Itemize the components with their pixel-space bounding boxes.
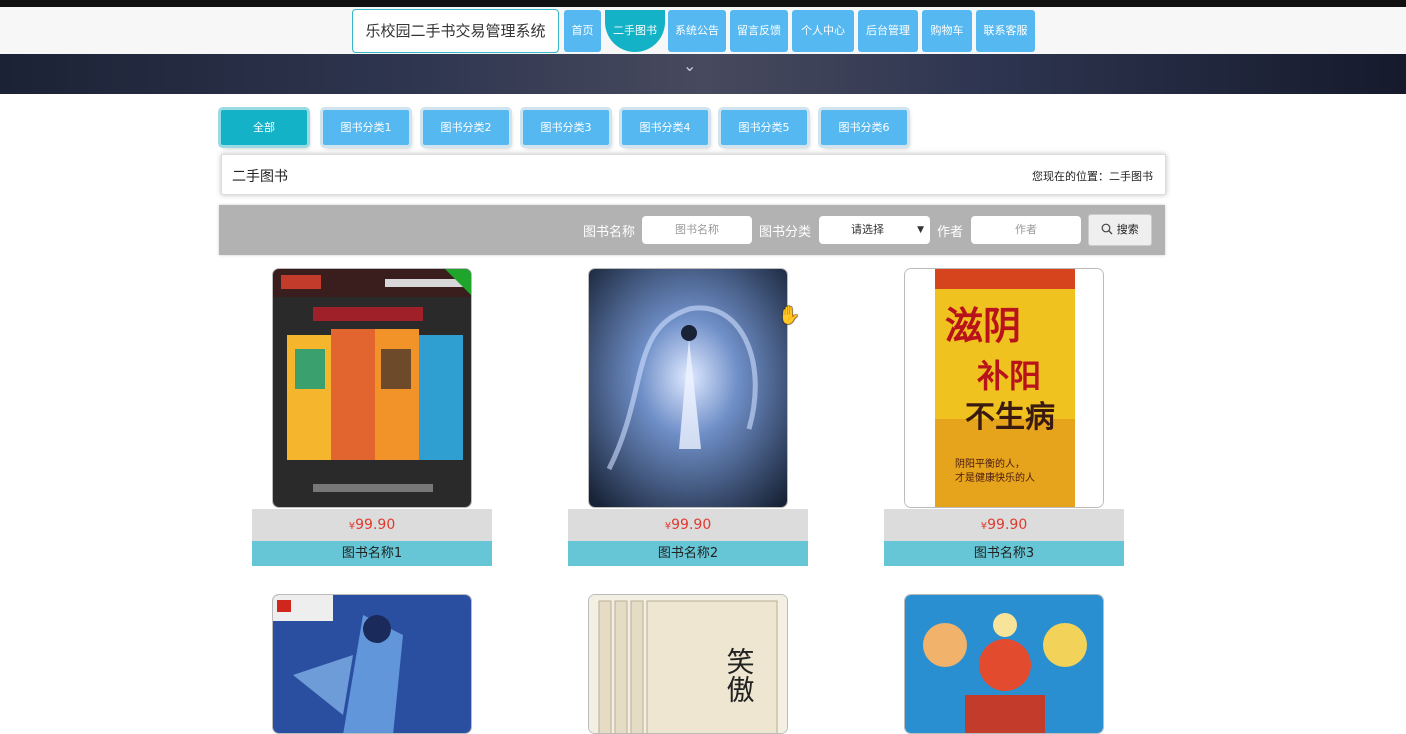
breadcrumb: 二手图书 您现在的位置：二手图书: [221, 154, 1166, 195]
category-2[interactable]: 图书分类2: [423, 110, 509, 145]
search-button-label: 搜索: [1116, 223, 1139, 236]
page-title: 二手图书: [232, 169, 288, 185]
category-label: 图书分类: [759, 225, 812, 240]
site-title[interactable]: 乐校园二手书交易管理系统: [352, 9, 559, 53]
book-name-label: 图书名称: [583, 225, 636, 240]
price-value: 99.90: [987, 517, 1028, 533]
book-price: ¥99.90: [568, 509, 808, 541]
nav-profile[interactable]: 个人中心: [792, 10, 854, 52]
category-5[interactable]: 图书分类5: [721, 110, 807, 145]
book-card[interactable]: [884, 594, 1124, 734]
book-name[interactable]: 图书名称1: [252, 541, 492, 566]
author-input[interactable]: 作者: [971, 216, 1081, 244]
search-icon: [1101, 223, 1113, 235]
book-name[interactable]: 图书名称3: [884, 541, 1124, 566]
book-cover[interactable]: [272, 594, 472, 734]
nav-feedback[interactable]: 留言反馈: [730, 10, 788, 52]
nav-contact[interactable]: 联系客服: [976, 10, 1035, 52]
mouse-cursor-icon: ✋: [778, 305, 801, 326]
book-cover[interactable]: [904, 594, 1104, 734]
cover-title: 滋阴: [945, 303, 1021, 348]
book-card[interactable]: 滋阴 补阳 不生病 阴阳平衡的人， 才是健康快乐的人 ¥99.90 图书名称3: [884, 268, 1124, 566]
search-button[interactable]: 搜索: [1088, 214, 1152, 246]
category-3[interactable]: 图书分类3: [523, 110, 609, 145]
book-name[interactable]: 图书名称2: [568, 541, 808, 566]
top-edge: [0, 0, 1406, 7]
author-label: 作者: [937, 225, 964, 240]
category-1[interactable]: 图书分类1: [323, 110, 409, 145]
nav-admin[interactable]: 后台管理: [858, 10, 918, 52]
price-value: 99.90: [355, 517, 396, 533]
book-cover[interactable]: 笑傲: [588, 594, 788, 734]
chevron-down-icon[interactable]: ⌄: [683, 56, 696, 75]
nav-announcements[interactable]: 系统公告: [668, 10, 726, 52]
category-6[interactable]: 图书分类6: [821, 110, 907, 145]
book-card[interactable]: [252, 594, 492, 734]
cover-tagline-1: 阴阳平衡的人，: [955, 457, 1025, 470]
book-card[interactable]: 笑傲: [568, 594, 808, 734]
category-select[interactable]: 请选择 ▼: [819, 216, 930, 244]
book-price: ¥99.90: [884, 509, 1124, 541]
book-card[interactable]: ¥99.90 图书名称2: [568, 268, 808, 566]
price-value: 99.90: [671, 517, 712, 533]
category-all[interactable]: 全部: [221, 110, 307, 145]
search-bar: 图书名称 图书名称 图书分类 请选择 ▼ 作者 作者 搜索: [219, 205, 1165, 255]
book-cover[interactable]: 滋阴 补阳 不生病 阴阳平衡的人， 才是健康快乐的人: [904, 268, 1104, 508]
cover-title: 笑傲: [723, 647, 756, 703]
chevron-down-icon: ▼: [917, 225, 924, 235]
cover-line: 不生病: [965, 400, 1055, 435]
cover-subtitle: 补阳: [977, 357, 1041, 395]
nav-cart[interactable]: 购物车: [922, 10, 972, 52]
category-4[interactable]: 图书分类4: [622, 110, 708, 145]
book-price: ¥99.90: [252, 509, 492, 541]
cover-tagline-2: 才是健康快乐的人: [955, 471, 1035, 484]
category-select-value: 请选择: [851, 223, 884, 236]
book-name-input[interactable]: 图书名称: [642, 216, 752, 244]
nav-home[interactable]: 首页: [564, 10, 601, 52]
current-location: 您现在的位置：二手图书: [1032, 170, 1153, 183]
banner: ⌄: [0, 54, 1406, 94]
book-cover[interactable]: [588, 268, 788, 508]
book-card[interactable]: ¥99.90 图书名称1: [252, 268, 492, 566]
book-cover[interactable]: [272, 268, 472, 508]
